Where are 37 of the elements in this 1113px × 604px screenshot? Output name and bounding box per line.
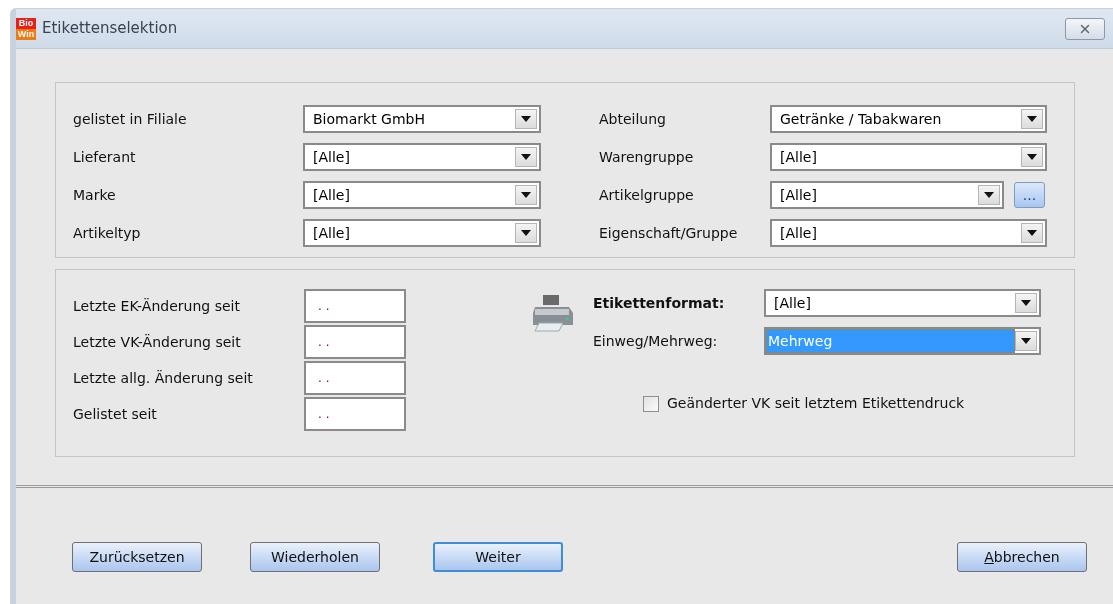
dropdown[interactable]: Biomarkt GmbH [303,105,541,133]
field-label: Warengruppe [599,147,695,167]
dialog-button[interactable]: Weiter [433,542,563,572]
field-label: Abteilung [599,109,667,129]
window-title: Etikettenselektion [42,18,178,40]
dropdown[interactable]: [Alle] [770,143,1047,171]
field-label: Artikeltyp [73,223,142,243]
dropdown[interactable]: [Alle] [303,143,541,171]
field-label: Gelistet seit [73,404,158,424]
dialog-button[interactable]: Zurücksetzen [72,542,202,572]
field-label: Eigenschaft/Gruppe [599,223,739,243]
field-label: gelistet in Filiale [73,109,188,129]
checkbox-label: Geänderter VK seit letztem Etikettendruck [667,394,965,413]
printer-icon [531,293,575,333]
field-label: Letzte allg. Änderung seit [73,368,254,388]
field-label: Marke [73,185,117,205]
date-field[interactable]: . . [304,361,406,395]
close-button[interactable] [1065,17,1105,40]
date-field[interactable]: . . [304,325,406,359]
dropdown[interactable]: [Alle] [770,181,1004,209]
dropdown[interactable]: [Alle] [764,289,1041,317]
browse-button[interactable]: ... [1014,182,1045,208]
field-label: Letzte VK-Änderung seit [73,332,242,352]
checkbox[interactable] [643,395,659,412]
field-label: Lieferant [73,147,137,167]
dialog-button[interactable]: Abbrechen [957,542,1087,572]
dropdown[interactable]: Getränke / Tabakwaren [770,105,1047,133]
dropdown[interactable]: [Alle] [770,219,1047,247]
date-field[interactable]: . . [304,397,406,431]
dropdown[interactable]: [Alle] [303,181,541,209]
field-label: Einweg/Mehrweg: [593,331,719,351]
field-label: Etikettenformat: [593,293,726,313]
date-field[interactable]: . . [304,289,406,323]
field-label: Artikelgruppe [599,185,695,205]
dialog-button[interactable]: Wiederholen [250,542,380,572]
dropdown[interactable]: [Alle] [303,219,541,247]
field-label: Letzte EK-Änderung seit [73,296,241,316]
